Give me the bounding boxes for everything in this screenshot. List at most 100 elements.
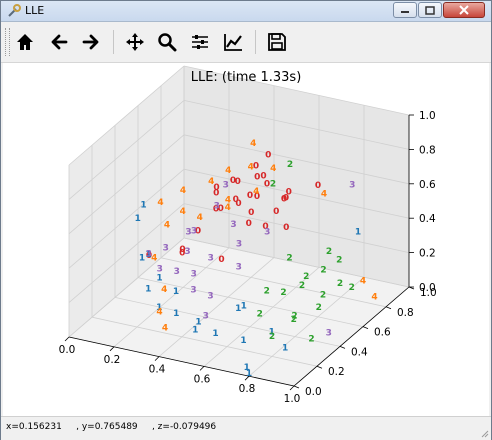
minimize-button[interactable] (393, 2, 417, 18)
digit-point: 4 (225, 203, 231, 213)
digit-point: 4 (161, 285, 167, 295)
minimize-icon (401, 11, 409, 13)
digit-point: 1 (240, 336, 246, 346)
digit-point: 4 (248, 162, 254, 172)
home-button[interactable] (13, 30, 37, 54)
digit-point: 3 (163, 244, 169, 254)
x-tick (289, 385, 295, 391)
digit-point: 4 (253, 187, 259, 197)
maximize-icon (425, 5, 435, 15)
zoom-icon (158, 33, 177, 52)
coordinate-readout: x=0.156231 , y=0.765489 , z=-0.079496 (6, 422, 217, 432)
digit-point: 3 (207, 292, 213, 302)
digit-point: 3 (264, 228, 270, 238)
x-tick-label: 0.0 (59, 344, 76, 356)
digit-point: 4 (321, 189, 327, 199)
subplots-button[interactable] (188, 30, 212, 54)
y-tick (362, 326, 369, 329)
digit-point: 0 (265, 151, 271, 161)
window-title: LLE (25, 4, 45, 17)
digit-point: 3 (326, 328, 332, 338)
digit-point: 0 (218, 255, 224, 265)
figure-canvas[interactable]: 0.0 0.0 0.0 0.2 0.2 0.2 0.4 0.4 0.4 0.6 0.6 0.6 0.8 0… (3, 63, 489, 416)
digit-point: 4 (164, 221, 170, 231)
app-icon (8, 4, 21, 17)
y-tick-label: 0.0 (305, 386, 322, 398)
digit-point: 0 (260, 171, 266, 181)
back-button[interactable] (47, 30, 71, 54)
digit-point: 2 (320, 266, 326, 276)
x-tick-label: 0.6 (194, 373, 211, 385)
digit-point: 1 (212, 329, 218, 339)
digit-point: 2 (337, 279, 343, 289)
digit-point: 3 (174, 267, 180, 277)
save-button[interactable] (265, 30, 289, 54)
digit-point: 4 (162, 324, 168, 334)
digit-point: 2 (349, 283, 355, 293)
digit-point: 2 (308, 335, 314, 345)
digit-point: 2 (257, 310, 263, 320)
3d-scatter-plot[interactable]: 0.00.00.00.20.20.20.40.40.40.60.60.60.80… (3, 63, 489, 416)
digit-point: 4 (225, 166, 231, 176)
digit-point: 0 (273, 207, 279, 217)
digit-point: 2 (269, 332, 275, 342)
z-tick-label: 0.4 (419, 213, 436, 225)
digit-point: 0 (246, 219, 252, 229)
digit-point: 4 (270, 164, 276, 174)
y-tick-label: 0.2 (328, 366, 345, 378)
x-tick-label: 0.2 (104, 354, 121, 366)
title-bar[interactable]: LLE (1, 1, 491, 22)
digit-point: 3 (184, 247, 190, 257)
y-tick-label: 0.6 (374, 327, 391, 339)
digit-point: 3 (230, 220, 236, 230)
digit-point: 1 (246, 369, 252, 379)
digit-point: 2 (280, 288, 286, 298)
forward-button[interactable] (79, 30, 103, 54)
move-icon (126, 33, 144, 51)
digit-point: 2 (299, 281, 305, 291)
digit-point: 4 (151, 254, 157, 264)
close-button[interactable] (443, 2, 485, 18)
sliders-icon (192, 35, 208, 49)
pan-button[interactable] (123, 30, 147, 54)
digit-point: 4 (208, 177, 214, 187)
digit-point: 0 (248, 208, 254, 218)
x-tick-label: 0.8 (239, 383, 256, 395)
digit-point: 4 (197, 213, 203, 223)
digit-point: 4 (371, 293, 377, 303)
close-icon (459, 5, 469, 15)
window-controls (392, 2, 485, 18)
app-window: LLE 0.0 0.0 0.0 0.2 0.2 0.2 0.4 0.4 0.4 … (0, 0, 492, 440)
digit-point: 1 (173, 287, 179, 297)
y-tick (293, 385, 300, 389)
digit-point: 4 (157, 198, 163, 208)
digit-point: 1 (135, 214, 141, 224)
zoom-button[interactable] (155, 30, 179, 54)
chart-title: LLE: (time 1.33s) (191, 70, 302, 85)
customize-button[interactable] (221, 30, 245, 54)
maximize-button[interactable] (418, 2, 442, 18)
status-bar: x=0.156231 , y=0.765489 , z=-0.079496 (1, 416, 491, 440)
digit-point: 2 (326, 247, 332, 257)
x-tick-label: 0.4 (149, 364, 166, 376)
digit-point: 2 (316, 303, 322, 313)
toolbar-grip[interactable] (5, 28, 10, 56)
digit-point: 2 (291, 315, 297, 325)
z-tick-label: 0.6 (419, 179, 436, 191)
digit-point: 1 (241, 301, 247, 311)
z-tick-label: 0.8 (419, 144, 436, 156)
digit-point: 1 (355, 227, 361, 237)
digit-point: 3 (191, 270, 197, 280)
arrow-left-icon (51, 34, 68, 50)
digit-point: 1 (140, 201, 146, 211)
digit-point: 1 (192, 325, 198, 335)
resize-grip-icon[interactable] (479, 428, 489, 438)
digit-point: 2 (336, 255, 342, 265)
digit-point: 2 (286, 253, 292, 263)
x-tick (64, 336, 70, 342)
z-tick-label: 1.0 (419, 110, 436, 122)
save-icon (268, 33, 286, 51)
digit-point: 4 (156, 308, 162, 318)
digit-point: 3 (203, 312, 209, 322)
digit-point: 0 (233, 195, 239, 205)
